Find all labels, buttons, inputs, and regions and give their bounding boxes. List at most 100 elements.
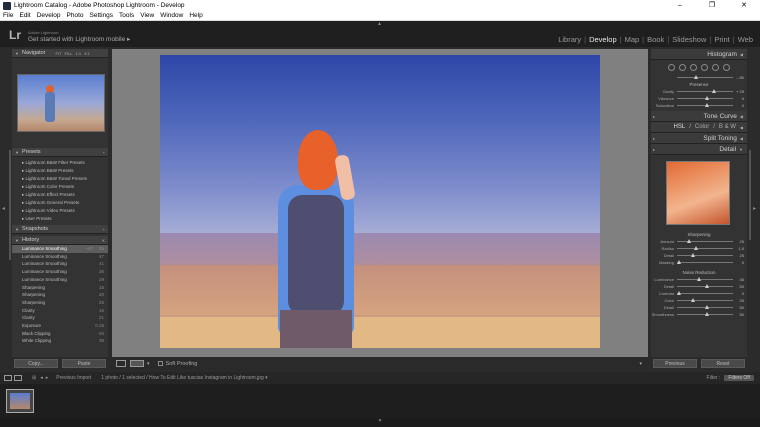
slider-masking[interactable]: Masking 0 — [651, 259, 747, 266]
slider-vibrance[interactable]: Vibrance 0 — [651, 95, 747, 102]
hsl-tab[interactable]: HSL — [674, 124, 686, 130]
history-step[interactable]: Black Clipping -34 — [12, 330, 108, 338]
close-button[interactable]: ✕ — [728, 0, 760, 11]
slider-row[interactable]: – 80 — [651, 74, 747, 81]
secondary-window-1-icon[interactable] — [4, 375, 12, 381]
module-slideshow[interactable]: Slideshow — [669, 35, 709, 44]
history-step[interactable]: Clarity 16 — [12, 307, 108, 315]
filter-dropdown[interactable]: Filters Off — [724, 375, 754, 381]
history-step[interactable]: Luminance Smoothing +47 36 — [12, 245, 108, 253]
main-photo[interactable] — [160, 55, 600, 348]
grid-view-icon[interactable]: ⊞ — [32, 375, 36, 381]
history-step[interactable]: Sharpening 20 — [12, 291, 108, 299]
right-panel-scrollbar[interactable] — [749, 150, 751, 240]
reset-button[interactable]: Reset — [701, 359, 745, 368]
menu-view[interactable]: View — [137, 11, 157, 20]
slider-detail[interactable]: Detail 50 — [651, 283, 747, 290]
history-step[interactable]: Luminance Smoothing 36 — [12, 268, 108, 276]
history-step[interactable]: Luminance Smoothing 41 — [12, 260, 108, 268]
add-preset-icon[interactable]: + — [103, 150, 105, 155]
crop-tool-icon[interactable] — [668, 63, 675, 71]
menu-develop[interactable]: Develop — [34, 11, 64, 20]
history-step[interactable]: Sharpening 15 — [12, 284, 108, 292]
filmstrip-thumbnail[interactable] — [6, 389, 34, 413]
menu-help[interactable]: Help — [186, 11, 205, 20]
history-step[interactable]: White Clipping 39 — [12, 337, 108, 345]
module-print[interactable]: Print — [711, 35, 732, 44]
soft-proofing-checkbox[interactable] — [157, 361, 163, 366]
preset-folder[interactable]: ▸ Lightroom B&W Presets — [22, 167, 108, 175]
filmstrip-info[interactable]: 1 photo / 1 selected / How To Edit Like … — [101, 375, 267, 381]
slider-detail[interactable]: Detail 25 — [651, 252, 747, 259]
module-library[interactable]: Library — [555, 35, 584, 44]
slider-saturation[interactable]: Saturation 0 — [651, 102, 747, 109]
left-panel-toggle-icon[interactable]: ◂ — [2, 205, 5, 212]
adjustment-brush-icon[interactable] — [723, 63, 730, 71]
menu-edit[interactable]: Edit — [16, 11, 33, 20]
preset-folder[interactable]: ▸ Lightroom Video Presets — [22, 207, 108, 215]
right-panel-toggle-icon[interactable]: ▸ — [753, 205, 756, 212]
back-arrow-icon[interactable]: ◂ — [40, 375, 43, 381]
history-header[interactable]: ▼ History ✕ — [12, 236, 108, 245]
radial-filter-icon[interactable] — [712, 63, 719, 71]
red-eye-icon[interactable] — [690, 63, 697, 71]
hsl-header[interactable]: HSL / Color / B & W ◀ — [651, 122, 747, 133]
collapse-top-arrow-icon[interactable]: ▲ — [377, 21, 382, 27]
copy-button[interactable]: Copy... — [14, 359, 58, 368]
module-map[interactable]: Map — [622, 35, 643, 44]
previous-button[interactable]: Previous — [653, 359, 697, 368]
detail-zoom-preview[interactable] — [666, 161, 730, 225]
color-tab[interactable]: Color — [695, 124, 709, 130]
slider-color[interactable]: Color 25 — [651, 297, 747, 304]
menu-photo[interactable]: Photo — [64, 11, 87, 20]
secondary-window-2-icon[interactable] — [14, 375, 22, 381]
zoom-fit[interactable]: FIT — [56, 51, 62, 56]
loupe-view-icon[interactable] — [116, 360, 126, 367]
slider-clarity[interactable]: Clarity + 25 — [651, 88, 747, 95]
mobile-link[interactable]: Get started with Lightroom mobile ▸ — [28, 35, 130, 43]
preset-folder[interactable]: ▸ Lightroom Color Presets — [22, 183, 108, 191]
history-step[interactable]: Luminance Smoothing 47 — [12, 253, 108, 261]
presets-header[interactable]: ▼ Presets + — [12, 148, 108, 157]
graduated-filter-icon[interactable] — [701, 63, 708, 71]
preset-folder[interactable]: ▸ Lightroom General Presets — [22, 199, 108, 207]
zoom-1-1[interactable]: 1:1 — [76, 51, 82, 56]
navigator-preview[interactable] — [17, 74, 105, 132]
module-develop[interactable]: Develop — [586, 35, 620, 44]
left-panel-scrollbar[interactable] — [9, 150, 11, 260]
slider-smoothness[interactable]: Smoothness 50 — [651, 311, 747, 318]
preset-folder[interactable]: ▸ Lightroom Effect Presets — [22, 191, 108, 199]
forward-arrow-icon[interactable]: ▸ — [46, 375, 49, 381]
before-after-view-icon[interactable] — [130, 360, 144, 367]
menu-window[interactable]: Window — [157, 11, 186, 20]
snapshots-header[interactable]: ▼ Snapshots + — [12, 225, 108, 234]
preset-folder[interactable]: ▸ User Presets — [22, 215, 108, 223]
add-snapshot-icon[interactable]: + — [103, 227, 105, 232]
slider-luminance[interactable]: Luminance 36 — [651, 276, 747, 283]
slider-detail[interactable]: Detail 50 — [651, 304, 747, 311]
history-step[interactable]: Sharpening 25 — [12, 299, 108, 307]
histogram-header[interactable]: Histogram ◀ — [651, 49, 747, 60]
split-toning-header[interactable]: ▸ Split Toning ◀ — [651, 133, 747, 144]
history-step[interactable]: Exposure 0.15 — [12, 322, 108, 330]
navigator-header[interactable]: ▼ Navigator FIT FILL 1:1 3:1 — [12, 49, 108, 58]
minimize-button[interactable]: – — [664, 0, 696, 11]
preset-folder[interactable]: ▸ Lightroom B&W Toned Presets — [22, 175, 108, 183]
collapse-bottom-arrow-icon[interactable]: ▼ — [0, 418, 760, 427]
menu-tools[interactable]: Tools — [116, 11, 137, 20]
zoom-fill[interactable]: FILL — [65, 51, 73, 56]
previous-import-label[interactable]: Previous Import — [56, 375, 91, 381]
tone-curve-header[interactable]: ▸ Tone Curve ◀ — [651, 111, 747, 122]
zoom-3-1[interactable]: 3:1 — [84, 51, 90, 56]
preset-folder[interactable]: ▸ Lightroom B&W Filter Presets — [22, 159, 108, 167]
module-web[interactable]: Web — [735, 35, 756, 44]
view-dropdown-icon[interactable]: ▾ — [147, 361, 150, 367]
toolbar-options-dropdown[interactable]: ▾ — [639, 361, 642, 367]
detail-header[interactable]: ▸ Detail ▼ — [651, 144, 747, 155]
bw-tab[interactable]: B & W — [719, 124, 736, 130]
spot-removal-icon[interactable] — [679, 63, 686, 71]
menu-settings[interactable]: Settings — [87, 11, 117, 20]
slider-contrast[interactable]: Contrast 0 — [651, 290, 747, 297]
slider-radius[interactable]: Radius 1.0 — [651, 245, 747, 252]
history-step[interactable]: Luminance Smoothing 29 — [12, 276, 108, 284]
